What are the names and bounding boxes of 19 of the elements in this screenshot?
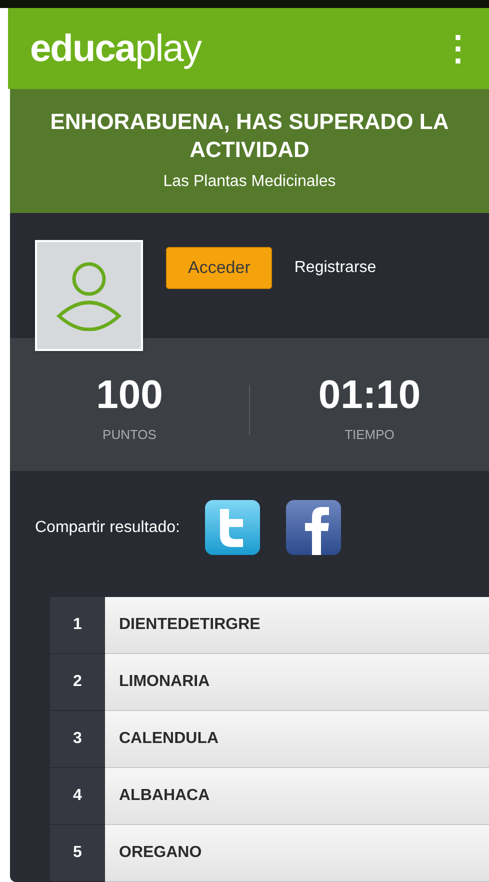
answer-number: 3 [50, 710, 105, 768]
answer-text: DIENTEDETIRGRE [105, 596, 489, 654]
stat-value: 100 [96, 375, 163, 416]
result-title: ENHORABUENA, HAS SUPERADO LA ACTIVIDAD [49, 108, 450, 164]
stat-label: PUNTOS [102, 426, 156, 444]
stat-label: TIEMPO [344, 426, 394, 444]
answer-text: OREGANO [105, 824, 489, 882]
answer-text: CALENDULA [105, 710, 489, 768]
answer-number: 2 [50, 654, 105, 711]
answer-number: 5 [50, 824, 105, 882]
answer-text: LIMONARIA [105, 654, 489, 711]
registrarse-link[interactable]: Registrarse [294, 256, 376, 280]
activity-name: Las Plantas Medicinales [163, 172, 336, 192]
answer-text: ALBAHACA [105, 768, 489, 825]
stat-value: 01:10 [318, 375, 421, 416]
answer-number: 1 [50, 596, 105, 654]
acceder-button[interactable]: Acceder [166, 247, 272, 290]
answer-number: 4 [50, 768, 105, 825]
share-label: Compartir resultado: [35, 518, 180, 538]
